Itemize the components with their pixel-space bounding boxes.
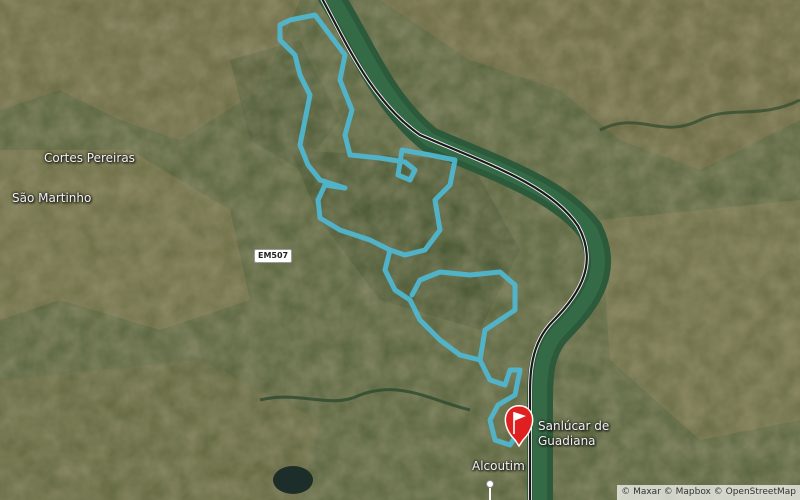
lake [273,466,313,494]
place-label-sanlucar-line1: Sanlúcar de [538,419,610,433]
place-label-alcoutim: Alcoutim [472,459,525,473]
map-canvas [0,0,800,500]
place-label-sao-martinho: São Martinho [12,191,92,205]
map-attribution[interactable]: © Maxar © Mapbox © OpenStreetMap [617,485,800,500]
terrain-grain [0,0,800,500]
satellite-map[interactable]: Cortes Pereiras São Martinho Sanlúcar de… [0,0,800,500]
road-shield-em507: EM507 [254,249,293,263]
place-label-sanlucar-line2: Guadiana [538,434,596,448]
place-label-cortes-pereiras: Cortes Pereiras [44,151,135,165]
